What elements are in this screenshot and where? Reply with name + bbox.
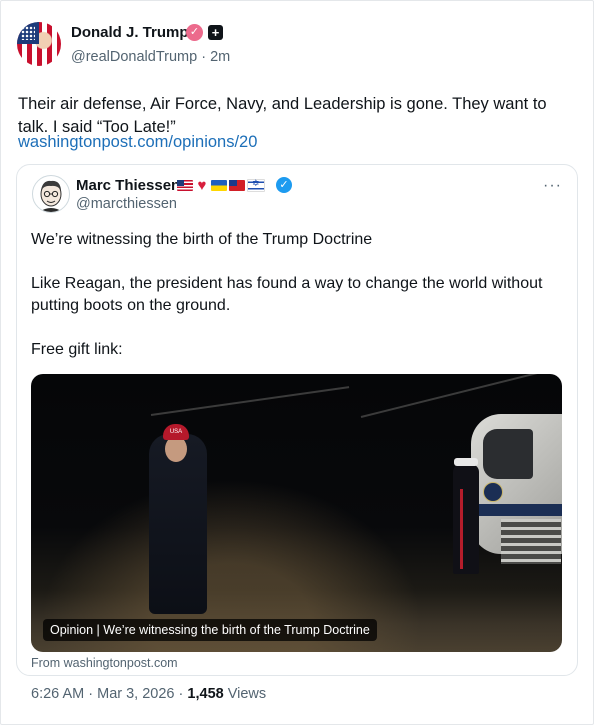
helicopter-stripe [471,504,562,516]
ukraine-flag-icon [211,179,227,191]
quoted-author-name[interactable]: Marc Thiessen [76,177,180,194]
taiwan-flag-icon [229,179,245,191]
helicopter-stairs [501,519,561,564]
post-time[interactable]: 2m [210,49,230,65]
marine-stripe [460,489,463,569]
author-name[interactable]: Donald J. Trump [71,24,189,41]
presidential-seal-icon [483,482,503,502]
us-flag-icon [177,179,193,191]
views-count: 1,458 [187,686,224,702]
quoted-text-line-2: Like Reagan, the president has found a w… [31,275,543,314]
link-source-label[interactable]: From washingtonpost.com [31,656,178,670]
post-link[interactable]: washingtonpost.com/opinions/20 [18,133,257,152]
quoted-author-avatar[interactable] [32,175,70,213]
helicopter-window [483,429,533,479]
separator-dot: · [88,686,94,702]
post-metadata: 6:26 AM · Mar 3, 2026 · 1,458 Views [31,686,266,702]
marine-guard [453,464,479,574]
verified-badge-icon: ✓ [186,24,203,41]
image-caption: Opinion | We’re witnessing the birth of … [43,619,377,641]
affiliate-badge-icon: + [208,25,223,40]
quoted-text-line-3: Free gift link: [31,341,123,358]
quoted-text-line-1: We’re witnessing the birth of the Trump … [31,231,373,248]
separator-dot: · [201,49,207,65]
views-label: Views [227,686,267,702]
name-emoji-flags: ♥ [177,176,265,194]
post-timestamp[interactable]: 6:26 AM [31,686,84,702]
heart-icon: ♥ [197,176,207,194]
author-handle-line: @realDonaldTrump · 2m [71,49,230,65]
rotor-blade-right [360,374,556,418]
link-preview-image[interactable]: USA Opinion | We’re witnessing the birth… [31,374,562,652]
post-date[interactable]: Mar 3, 2026 [97,686,174,702]
red-cap: USA [163,424,189,440]
marine-cap [454,458,478,466]
quoted-author-handle[interactable]: @marcthiessen [76,196,177,212]
cartoon-face-icon [39,180,63,212]
verified-check-icon: ✓ [276,177,292,193]
more-options-button[interactable]: ··· [543,177,562,195]
rotor-blade-left [150,386,350,416]
separator-dot: · [178,686,184,702]
israel-flag-icon [247,178,265,192]
author-handle[interactable]: @realDonaldTrump [71,49,197,65]
author-avatar[interactable] [17,22,61,66]
